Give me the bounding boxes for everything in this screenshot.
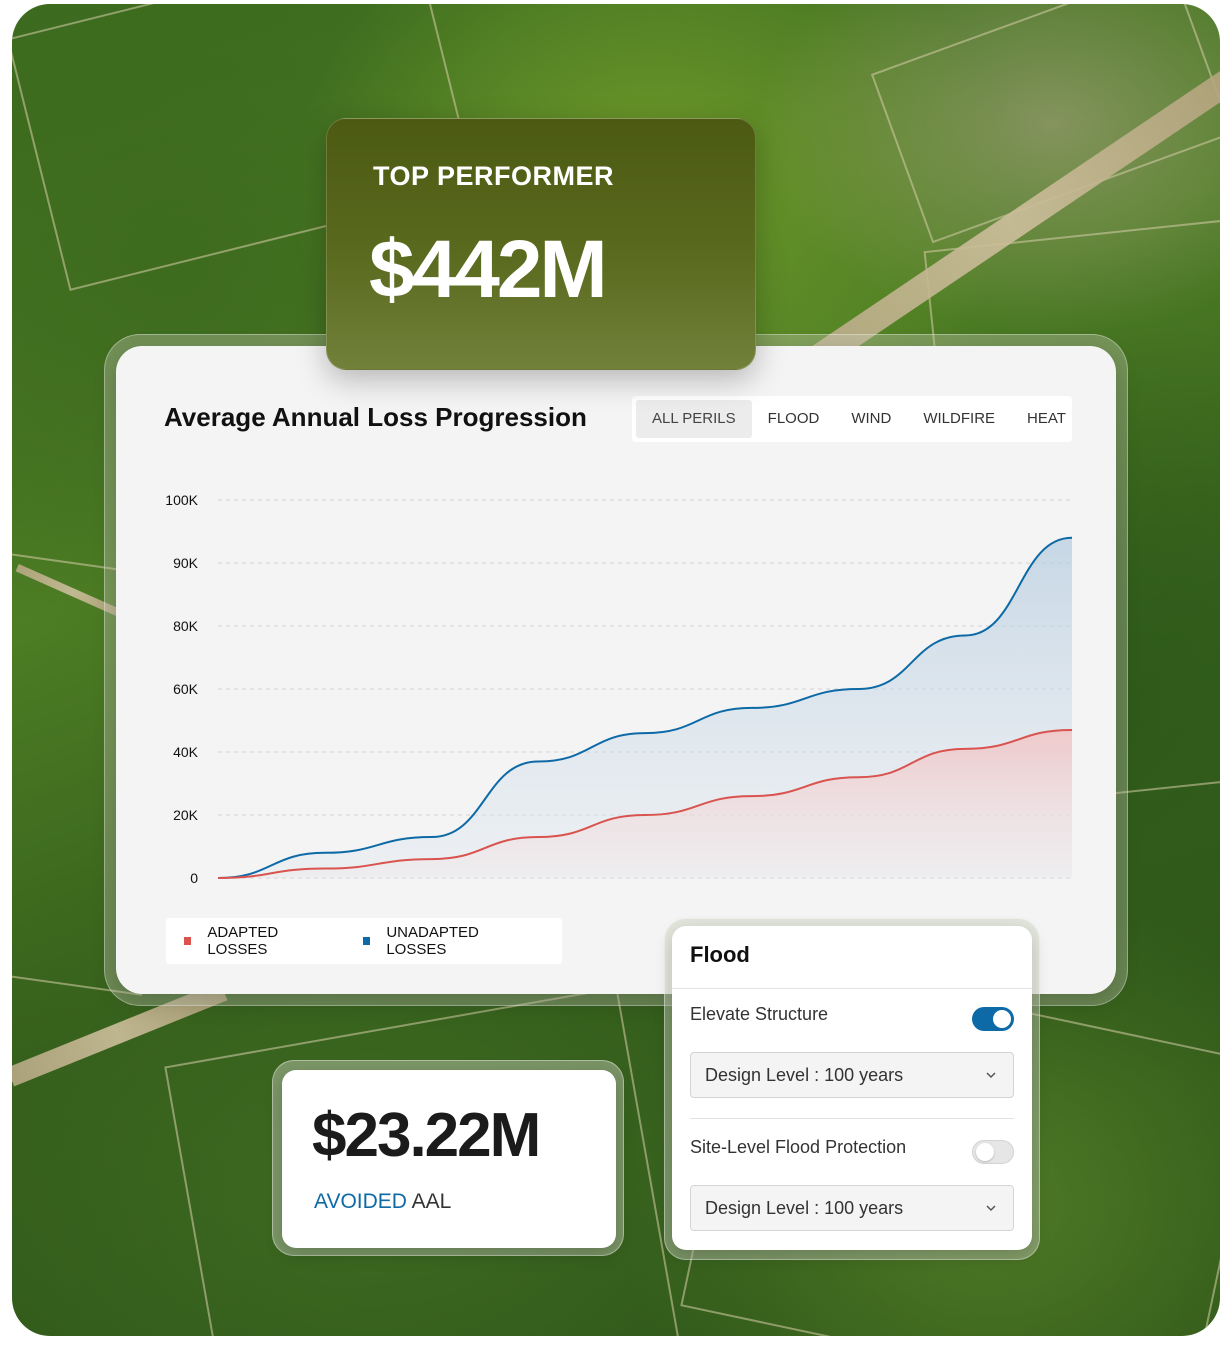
- chart-legend: ADAPTED LOSSES UNADAPTED LOSSES: [166, 918, 562, 964]
- y-tick-label: 90K: [173, 555, 199, 571]
- legend-label-adapted: ADAPTED LOSSES: [207, 924, 279, 958]
- legend-label-unadapted: UNADAPTED LOSSES: [386, 924, 479, 958]
- select-value: Design Level : 100 years: [705, 1065, 904, 1085]
- y-tick-label: 0: [190, 870, 198, 886]
- site-level-flood-protection-toggle[interactable]: [972, 1140, 1014, 1164]
- y-tick-label: 100K: [165, 492, 198, 508]
- elevate-structure-design-level-select[interactable]: Design Level : 100 years: [690, 1052, 1014, 1098]
- toggle-knob: [976, 1143, 994, 1161]
- top-performer-value: $442M: [369, 224, 608, 315]
- flood-panel: Flood Elevate Structure Design Level : 1…: [672, 926, 1032, 1250]
- top-performer-label: TOP PERFORMER: [373, 161, 615, 191]
- divider: [672, 988, 1032, 989]
- legend-item-unadapted[interactable]: UNADAPTED LOSSES: [362, 924, 530, 958]
- flood-panel-title: Flood: [690, 942, 750, 967]
- chart-card: Average Annual Loss Progression ALL PERI…: [116, 346, 1116, 994]
- y-tick-label: 60K: [173, 681, 199, 697]
- avoided-aal-label: AVOIDED AAL: [314, 1190, 451, 1214]
- elevate-structure-toggle[interactable]: [972, 1007, 1014, 1031]
- avoided-aal-card: $23.22M AVOIDED AAL: [282, 1070, 616, 1248]
- chevron-down-icon: [986, 1072, 996, 1079]
- y-tick-label: 80K: [173, 618, 199, 634]
- legend-swatch-unadapted: [362, 937, 371, 945]
- legend-swatch-adapted: [184, 937, 192, 945]
- toggle-knob: [993, 1010, 1011, 1028]
- chevron-down-icon: [986, 1205, 996, 1212]
- site-level-flood-protection-label: Site-Level Flood Protection: [690, 1137, 907, 1157]
- loss-chart: 0 20K 40K 60K 80K 90K 100K: [165, 492, 1073, 886]
- avoided-aal-value: $23.22M: [312, 1101, 541, 1170]
- avoided-label-rest: AAL: [411, 1190, 452, 1213]
- site-level-design-level-select[interactable]: Design Level : 100 years: [690, 1185, 1014, 1231]
- legend-item-adapted[interactable]: ADAPTED LOSSES: [184, 924, 331, 958]
- avoided-label-accent: AVOIDED: [314, 1190, 407, 1213]
- divider: [690, 1118, 1014, 1119]
- select-value: Design Level : 100 years: [705, 1198, 904, 1218]
- y-tick-label: 40K: [173, 744, 199, 760]
- elevate-structure-label: Elevate Structure: [690, 1004, 829, 1024]
- top-performer-card: TOP PERFORMER $442M: [326, 118, 756, 370]
- y-tick-label: 20K: [173, 807, 199, 823]
